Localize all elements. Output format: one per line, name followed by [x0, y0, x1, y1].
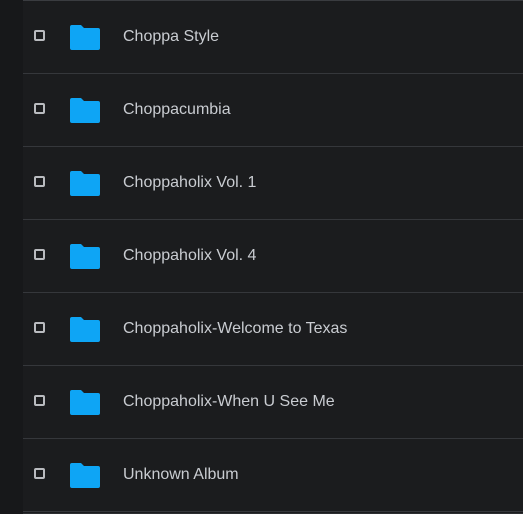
- folder-name: Choppa Style: [123, 28, 220, 45]
- list-item[interactable]: Choppa Style: [23, 1, 523, 74]
- folder-name: Choppacumbia: [123, 101, 231, 118]
- folder-name: Choppaholix-Welcome to Texas: [123, 320, 348, 337]
- folder-icon: [70, 390, 100, 415]
- list-item[interactable]: Choppaholix Vol. 4: [23, 220, 523, 293]
- folder-list: Choppa Style Choppacumbia Choppaholix Vo…: [23, 0, 523, 514]
- folder-icon: [70, 98, 100, 123]
- select-checkbox[interactable]: [34, 103, 45, 114]
- select-checkbox[interactable]: [34, 468, 45, 479]
- select-checkbox[interactable]: [34, 249, 45, 260]
- list-item[interactable]: Choppacumbia: [23, 74, 523, 147]
- list-item[interactable]: Unknown Album: [23, 439, 523, 512]
- left-gutter: [0, 0, 23, 514]
- folder-icon: [70, 25, 100, 50]
- list-item[interactable]: Choppaholix-When U See Me: [23, 366, 523, 439]
- folder-name: Choppaholix Vol. 4: [123, 247, 257, 264]
- list-item[interactable]: Choppaholix Vol. 1: [23, 147, 523, 220]
- folder-name: Choppaholix Vol. 1: [123, 174, 257, 191]
- select-checkbox[interactable]: [34, 395, 45, 406]
- list-item[interactable]: Choppaholix-Welcome to Texas: [23, 293, 523, 366]
- folder-icon: [70, 244, 100, 269]
- folder-icon: [70, 463, 100, 488]
- folder-name: Unknown Album: [123, 466, 239, 483]
- select-checkbox[interactable]: [34, 30, 45, 41]
- folder-name: Choppaholix-When U See Me: [123, 393, 335, 410]
- folder-icon: [70, 171, 100, 196]
- album-list-panel: Choppa Style Choppacumbia Choppaholix Vo…: [0, 0, 523, 514]
- select-checkbox[interactable]: [34, 176, 45, 187]
- select-checkbox[interactable]: [34, 322, 45, 333]
- folder-icon: [70, 317, 100, 342]
